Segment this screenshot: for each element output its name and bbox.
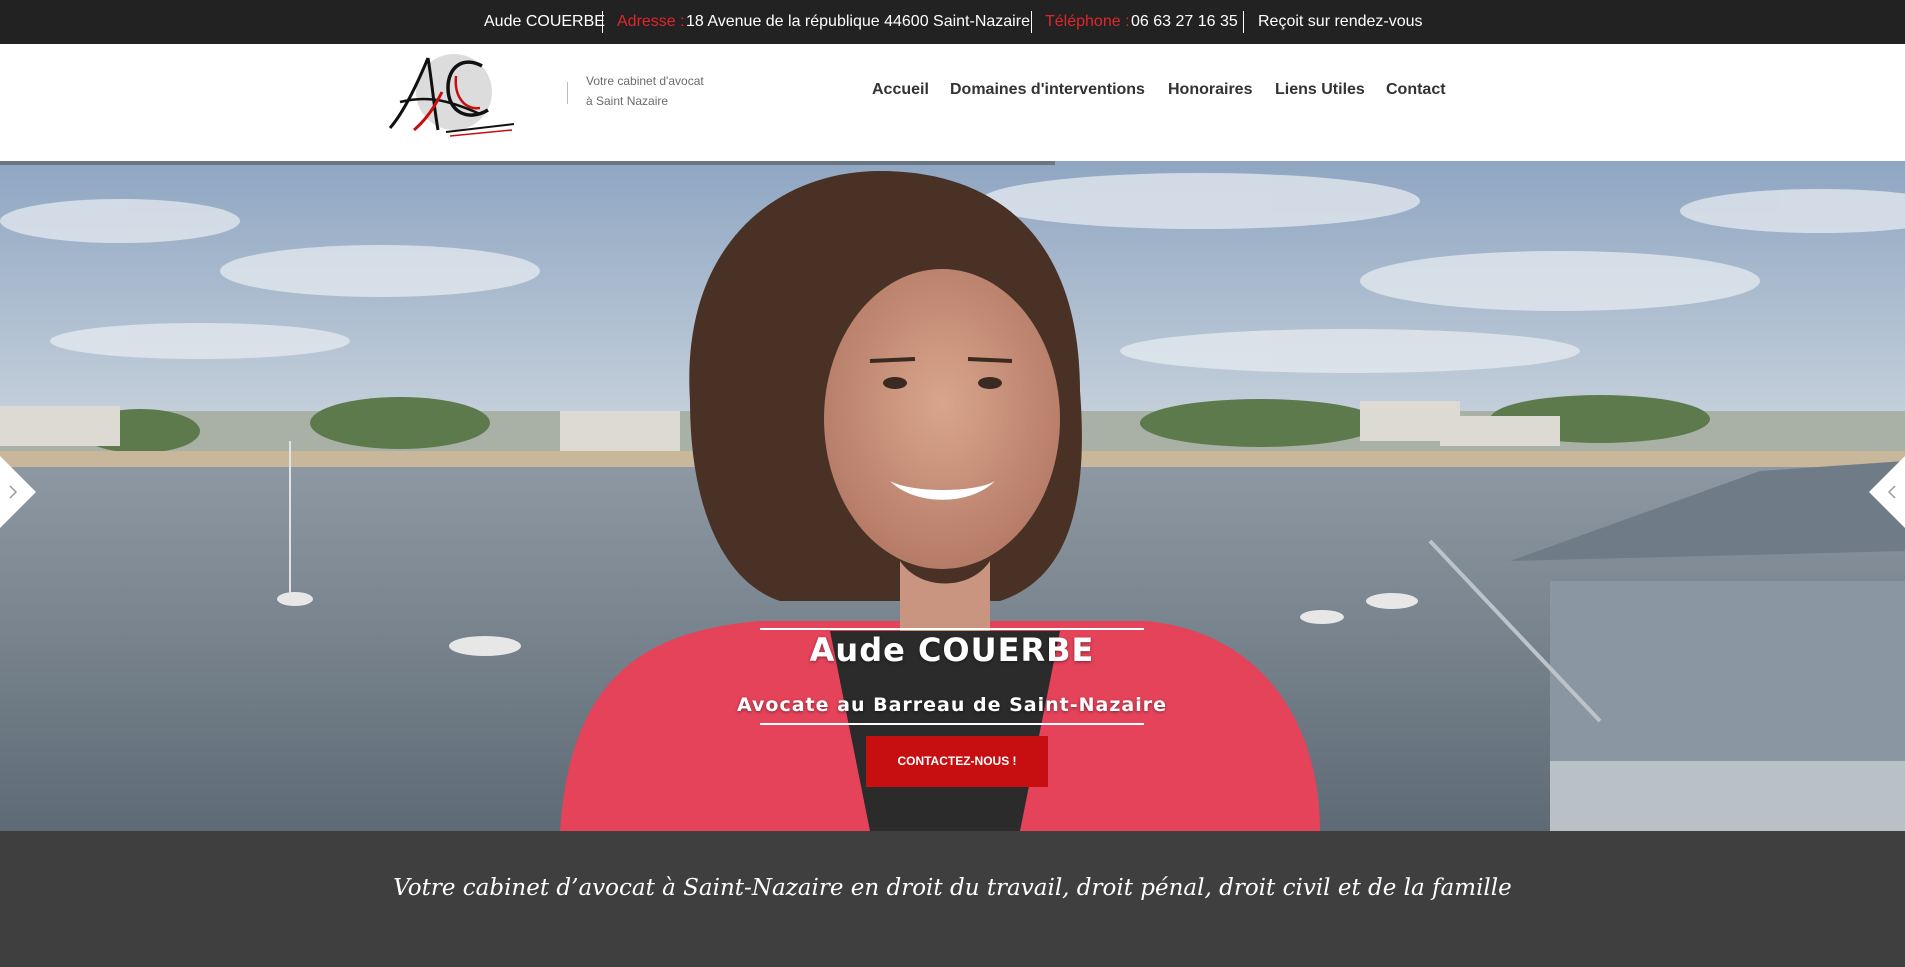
hero-title: Aude COUERBE [809, 631, 1095, 669]
chevron-right-icon [1869, 456, 1905, 528]
tagline-line-1: Votre cabinet d'avocat [586, 74, 704, 88]
nav-honoraires[interactable]: Honoraires [1168, 81, 1252, 107]
appointment-note: Reçoit sur rendez-vous [1258, 13, 1423, 30]
slider-next-button[interactable] [1869, 456, 1905, 528]
intro-band: Votre cabinet d’avocat à Saint-Nazaire e… [0, 831, 1905, 967]
nav-liens-utiles[interactable]: Liens Utiles [1275, 81, 1365, 107]
tagline: Votre cabinet d'avocat à Saint Nazaire [586, 71, 746, 111]
intro-heading: Votre cabinet d’avocat à Saint-Nazaire e… [393, 875, 1512, 901]
ac-logo[interactable] [384, 52, 520, 144]
slider-prev-button[interactable] [0, 456, 36, 528]
logo-mark-icon [388, 54, 515, 137]
caption-rule-bottom [760, 723, 1144, 725]
phone-link[interactable]: 06 63 27 16 35 [1131, 0, 1238, 44]
slider-progress-bar [0, 161, 1055, 165]
topbar-divider [1031, 11, 1032, 33]
phone-label: Téléphone : [1045, 13, 1130, 30]
chevron-left-icon [0, 456, 36, 528]
address-label: Adresse : [617, 13, 685, 30]
nav-contact[interactable]: Contact [1386, 81, 1446, 107]
address-value: 18 Avenue de la république 44600 Saint-N… [686, 13, 1030, 30]
tagline-line-2: à Saint Nazaire [586, 94, 669, 108]
hero-photo [0, 161, 1905, 831]
topbar-divider [602, 11, 603, 33]
caption-rule-top [760, 628, 1144, 630]
contact-us-button[interactable]: CONTACTEZ-NOUS ! [866, 736, 1048, 787]
lawyer-name: Aude COUERBE [484, 13, 605, 30]
top-info-bar: Aude COUERBE Adresse : 18 Avenue de la r… [0, 0, 1905, 44]
nav-domaines[interactable]: Domaines d'interventions [950, 81, 1145, 107]
topbar-divider [1243, 11, 1244, 33]
site-header: Votre cabinet d'avocat à Saint Nazaire A… [0, 44, 1905, 161]
tagline-divider [567, 82, 568, 104]
hero-subtitle: Avocate au Barreau de Saint-Nazaire [737, 694, 1167, 716]
nav-accueil[interactable]: Accueil [872, 81, 929, 107]
hero-slider: Aude COUERBE Avocate au Barreau de Saint… [0, 161, 1905, 831]
